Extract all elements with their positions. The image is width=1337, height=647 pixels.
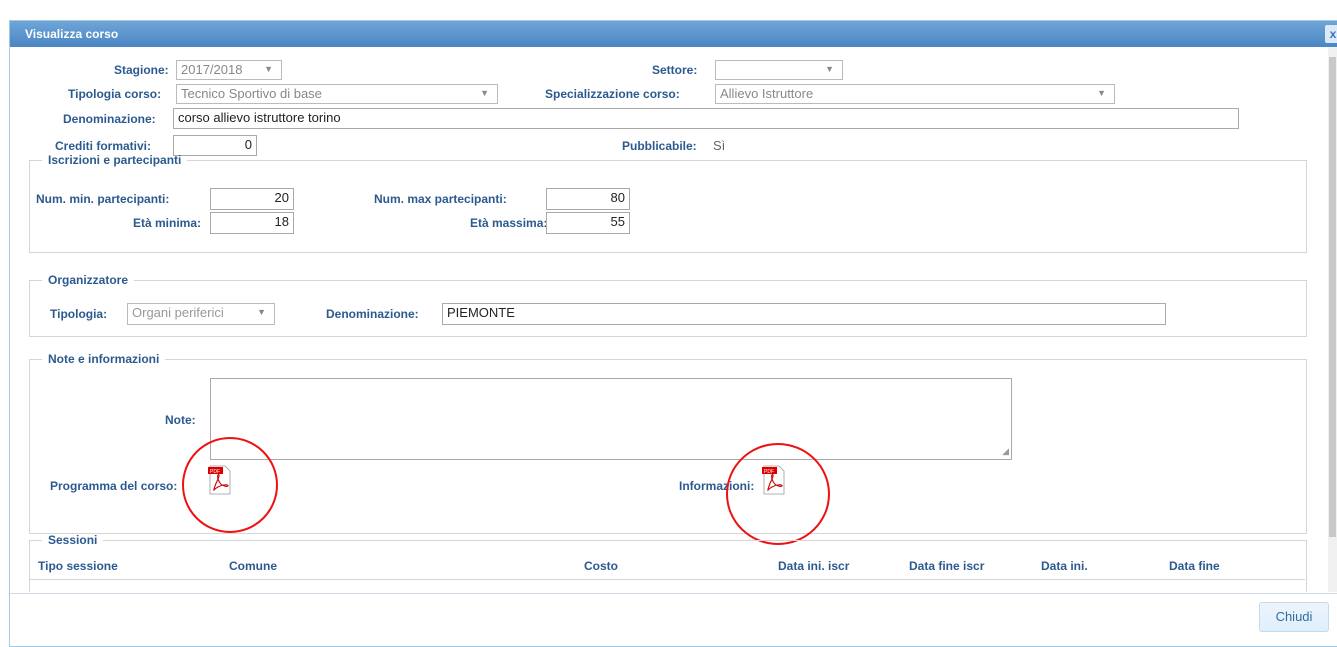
settore-label: Settore: [652, 63, 698, 77]
chevron-down-icon: ▼ [825, 64, 834, 74]
dialog-titlebar[interactable]: Visualizza corso [10, 21, 1337, 47]
pubblicabile-label: Pubblicabile: [622, 139, 697, 153]
org-tipologia-value: Organi periferici [132, 305, 224, 320]
sessioni-fieldset: Sessioni [29, 533, 1307, 592]
settore-select[interactable]: ▼ [715, 60, 843, 80]
table-divider [29, 579, 1305, 580]
column-header[interactable]: Comune [229, 559, 277, 573]
eta-minima-input[interactable]: 18 [210, 212, 294, 234]
vertical-scrollbar[interactable] [1328, 47, 1337, 592]
chiudi-button[interactable]: Chiudi [1259, 602, 1329, 632]
org-tipologia-label: Tipologia: [50, 307, 108, 321]
org-denominazione-label: Denominazione: [326, 307, 419, 321]
dialog-title: Visualizza corso [25, 27, 119, 41]
stagione-select[interactable]: 2017/2018 ▼ [176, 60, 282, 80]
eta-massima-input[interactable]: 55 [546, 212, 630, 234]
dialog-content: Stagione: 2017/2018 ▼ Settore: ▼ Tipolog… [10, 47, 1337, 592]
highlight-circle-informazioni [726, 443, 830, 545]
org-denominazione-input[interactable]: PIEMONTE [442, 303, 1166, 325]
max-partecipanti-input[interactable]: 80 [546, 188, 630, 210]
eta-minima-label: Età minima: [133, 216, 202, 230]
close-icon[interactable]: x [1325, 25, 1337, 43]
column-header[interactable]: Data fine [1169, 559, 1220, 573]
sessioni-legend: Sessioni [48, 533, 98, 547]
chevron-down-icon: ▼ [264, 64, 273, 74]
specializzazione-label: Specializzazione corso: [545, 87, 680, 101]
specializzazione-select[interactable]: Allievo Istruttore ▼ [715, 84, 1115, 104]
chevron-down-icon: ▼ [480, 88, 489, 98]
chevron-down-icon: ▼ [257, 307, 266, 317]
eta-massima-label: Età massima: [470, 216, 548, 230]
programma-label: Programma del corso: [50, 479, 178, 493]
column-header[interactable]: Data ini. iscr [778, 559, 849, 573]
column-header[interactable]: Data ini. [1041, 559, 1088, 573]
footer-divider [10, 593, 1337, 594]
tipologia-corso-label: Tipologia corso: [68, 87, 162, 101]
min-partecipanti-label: Num. min. partecipanti: [36, 192, 170, 206]
column-header[interactable]: Tipo sessione [38, 559, 118, 573]
resize-grip-icon[interactable]: ◢ [1002, 446, 1009, 457]
max-partecipanti-label: Num. max partecipanti: [374, 192, 507, 206]
note-label: Note: [165, 413, 196, 427]
stagione-value: 2017/2018 [181, 62, 243, 77]
highlight-circle-programma [182, 437, 278, 533]
chevron-down-icon: ▼ [1097, 88, 1106, 98]
denominazione-input[interactable]: corso allievo istruttore torino [173, 108, 1239, 129]
crediti-label: Crediti formativi: [55, 139, 152, 153]
organizzatore-legend: Organizzatore [48, 273, 129, 287]
column-header[interactable]: Data fine iscr [909, 559, 984, 573]
tipologia-corso-select[interactable]: Tecnico Sportivo di base ▼ [176, 84, 498, 104]
scrollbar-thumb[interactable] [1329, 57, 1336, 537]
iscrizioni-legend: Iscrizioni e partecipanti [48, 153, 182, 167]
stagione-label: Stagione: [114, 63, 169, 77]
min-partecipanti-input[interactable]: 20 [210, 188, 294, 210]
note-legend: Note e informazioni [48, 352, 160, 366]
org-tipologia-select[interactable]: Organi periferici ▼ [127, 303, 275, 325]
note-textarea[interactable]: ◢ [210, 378, 1012, 460]
column-header[interactable]: Costo [584, 559, 618, 573]
pubblicabile-value: Sì [713, 138, 726, 153]
course-dialog: Visualizza corso x Stagione: 2017/2018 ▼… [9, 20, 1337, 647]
specializzazione-value: Allievo Istruttore [720, 86, 814, 101]
denominazione-label: Denominazione: [63, 112, 156, 126]
tipologia-corso-value: Tecnico Sportivo di base [181, 86, 322, 101]
